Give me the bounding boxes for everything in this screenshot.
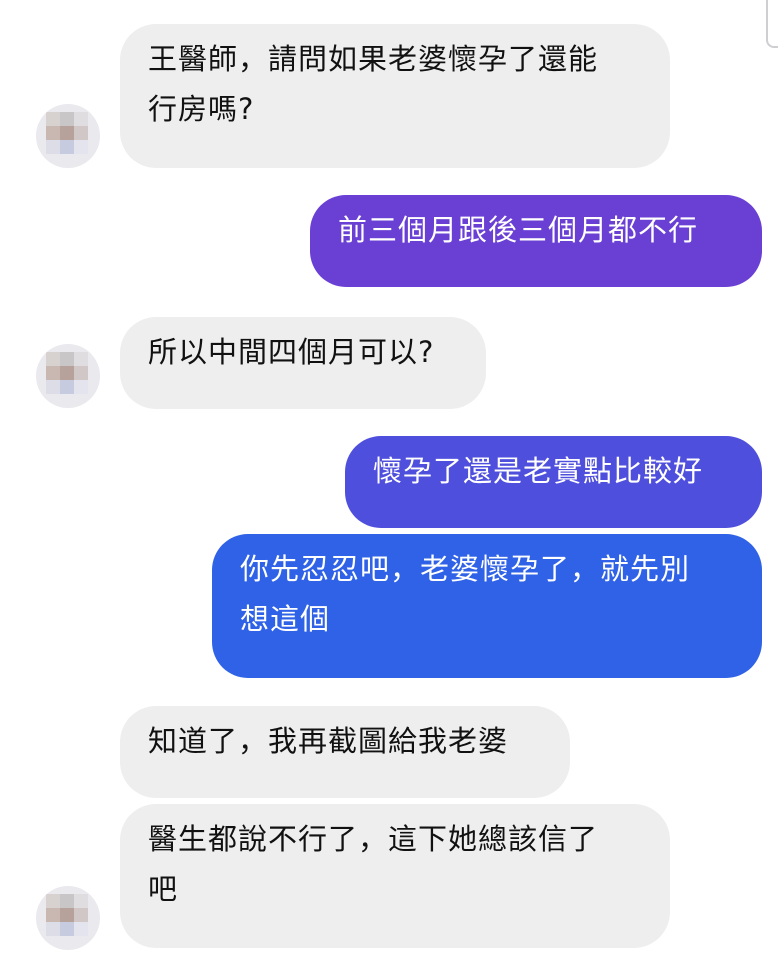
message-bubble-incoming[interactable]: 王醫師，請問如果老婆懷孕了還能 行房嗎? <box>120 24 670 168</box>
scroll-edge-indicator <box>766 0 778 48</box>
message-bubble-incoming[interactable]: 知道了，我再截圖給我老婆 <box>120 706 570 798</box>
message-bubble-outgoing[interactable]: 你先忍忍吧，老婆懷孕了，就先別 想這個 <box>212 534 762 678</box>
message-bubble-outgoing[interactable]: 前三個月跟後三個月都不行 <box>310 195 762 287</box>
message-bubble-incoming[interactable]: 醫生都說不行了，這下她總該信了 吧 <box>120 804 670 948</box>
pixelated-avatar-icon[interactable] <box>36 886 100 950</box>
pixelated-avatar-icon[interactable] <box>36 104 100 168</box>
message-bubble-incoming[interactable]: 所以中間四個月可以? <box>120 317 486 409</box>
pixelated-avatar-icon[interactable] <box>36 344 100 408</box>
message-bubble-outgoing[interactable]: 懷孕了還是老實點比較好 <box>345 436 762 528</box>
chat-thread: 王醫師，請問如果老婆懷孕了還能 行房嗎? 前三個月跟後三個月都不行 所以中間四個… <box>0 0 778 960</box>
